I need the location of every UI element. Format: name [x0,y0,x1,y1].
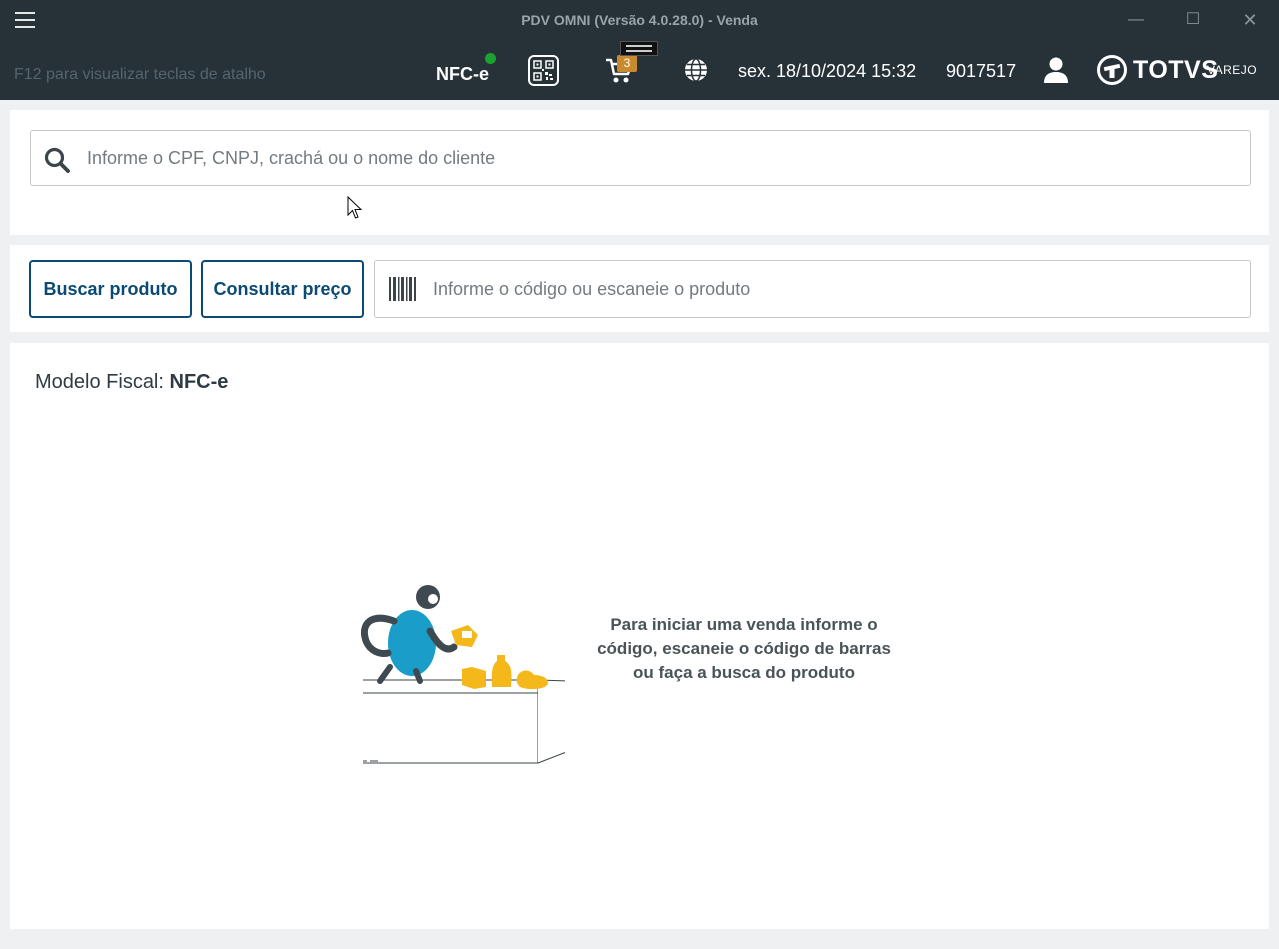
empty-message-line: Para iniciar uma venda informe o [610,615,878,634]
maximize-button[interactable]: ☐ [1178,8,1208,32]
client-search-input[interactable] [87,131,1237,185]
shortcut-hint: F12 para visualizar teclas de atalho [14,66,266,83]
totvs-logo: TOTVS VAREJO [1097,54,1257,86]
window-title: PDV OMNI (Versão 4.0.28.0) - Venda [521,12,758,28]
cart-tooltip [620,41,658,56]
fiscal-status-indicator [485,53,496,64]
search-product-button[interactable]: Buscar produto [29,260,192,318]
logo-subtext: VAREJO [1207,63,1258,77]
qr-code-icon[interactable] [528,55,559,86]
minimize-button[interactable]: — [1121,8,1151,32]
check-price-button[interactable]: Consultar preço [201,260,364,318]
logo-text: TOTVS [1133,56,1219,84]
empty-message-line: ou faça a busca do produto [633,663,855,682]
mouse-cursor-icon [347,196,363,219]
menu-icon[interactable] [15,12,35,28]
barcode-icon [389,277,416,301]
user-icon[interactable] [1043,56,1069,84]
product-code-input[interactable] [433,261,1233,317]
search-icon [44,147,70,173]
product-code-box [374,260,1251,318]
fiscal-mode-label[interactable]: NFC-e [436,64,489,85]
client-panel [10,110,1269,235]
datetime: sex. 18/10/2024 15:32 [738,61,917,81]
sale-area: Modelo Fiscal: NFC-e Para iniciar uma ve… [10,343,1269,929]
empty-cart-illustration [361,585,565,764]
empty-message-line: código, escaneie o código de barras [597,639,891,658]
close-button[interactable]: ✕ [1235,8,1265,32]
client-search-box [30,130,1251,186]
operator-id: 9017517 [946,61,1017,81]
empty-sale-message: Para iniciar uma venda informe o código,… [592,613,896,685]
fiscal-model: Modelo Fiscal: NFC-e [35,371,228,394]
cart-count-badge: 3 [617,55,637,72]
globe-icon[interactable] [683,57,709,83]
fiscal-model-value: NFC-e [169,371,229,393]
app-header: PDV OMNI (Versão 4.0.28.0) - Venda — ☐ ✕… [0,0,1279,100]
totvs-logo-icon [1097,55,1127,85]
product-panel: Buscar produto Consultar preço [10,245,1269,332]
fiscal-model-label: Modelo Fiscal: [35,371,164,393]
